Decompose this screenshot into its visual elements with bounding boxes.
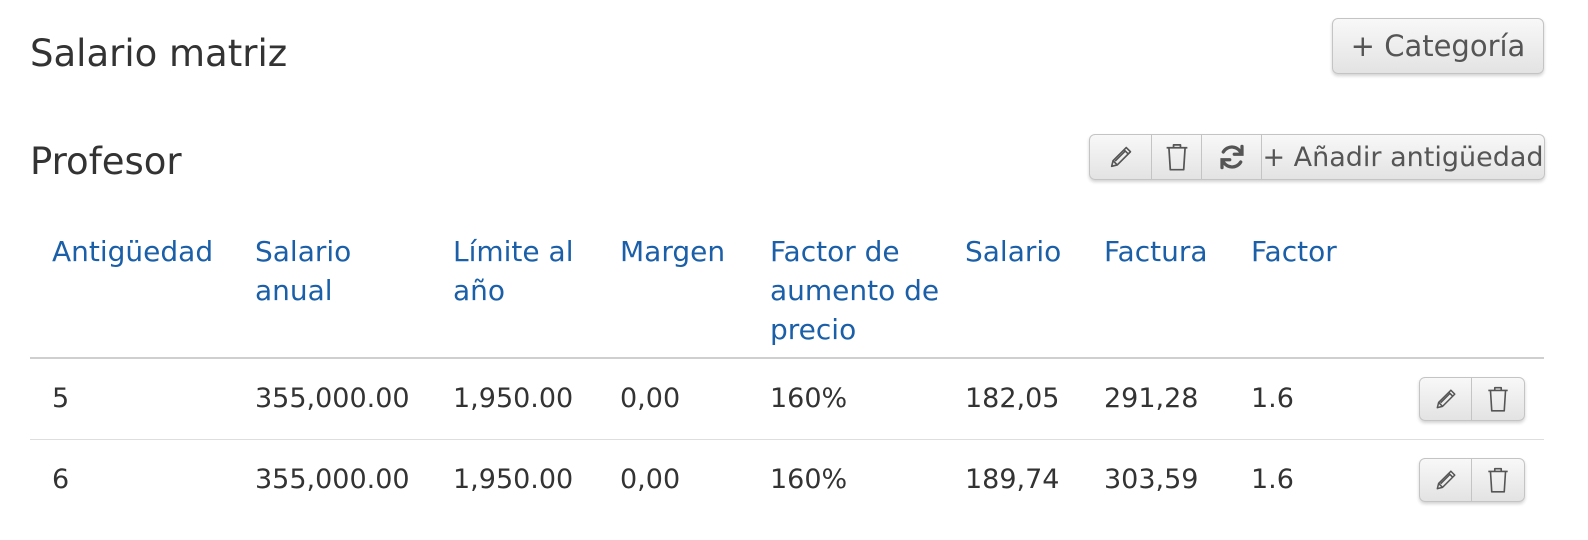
cell-invoice: 303,59 <box>1104 464 1199 495</box>
cell-yearly-limit: 1,950.00 <box>431 358 598 440</box>
table-header-row: Antigüedad Salario anual Límite al año M… <box>30 226 1544 359</box>
add-category-button[interactable]: + Categoría <box>1332 18 1544 74</box>
cell-annual-salary: 355,000.00 <box>255 464 410 495</box>
refresh-category-button[interactable] <box>1202 135 1262 179</box>
row-action-group <box>1419 376 1525 421</box>
refresh-icon <box>1217 142 1247 172</box>
pencil-icon <box>1433 386 1459 412</box>
column-header-yearly-limit[interactable]: Límite al año <box>431 226 598 359</box>
table-row: 6 355,000.00 1,950.00 0,00 160% 189,74 3… <box>30 440 1544 521</box>
category-toolbar: + Añadir antigüedad <box>1089 134 1545 180</box>
cell-margin: 0,00 <box>620 464 681 495</box>
delete-category-button[interactable] <box>1152 135 1202 179</box>
delete-row-button[interactable] <box>1472 378 1524 420</box>
cell-price-increase-factor: 160% <box>770 464 848 495</box>
trash-icon <box>1486 385 1510 413</box>
category-title: Profesor <box>30 140 182 183</box>
column-header-actions <box>1381 226 1544 359</box>
delete-row-button[interactable] <box>1472 459 1524 501</box>
cell-actions <box>1381 440 1544 521</box>
row-action-group <box>1419 457 1525 502</box>
cell-actions <box>1381 358 1544 440</box>
edit-row-button[interactable] <box>1420 377 1472 420</box>
add-seniority-button[interactable]: + Añadir antigüedad <box>1262 135 1544 179</box>
edit-row-button[interactable] <box>1420 458 1472 501</box>
trash-icon <box>1486 466 1510 494</box>
column-header-invoice[interactable]: Factura <box>1082 226 1229 359</box>
trash-icon <box>1164 142 1190 172</box>
column-header-annual-salary[interactable]: Salario anual <box>233 226 431 359</box>
cell-margin: 0,00 <box>598 358 748 440</box>
cell-price-increase-factor: 160% <box>748 358 943 440</box>
column-header-seniority[interactable]: Antigüedad <box>30 226 233 359</box>
page-title: Salario matriz <box>30 32 288 75</box>
edit-category-button[interactable] <box>1090 135 1152 179</box>
pencil-icon <box>1433 467 1459 493</box>
cell-seniority: 6 <box>52 464 70 495</box>
cell-seniority: 5 <box>30 358 233 440</box>
cell-factor: 1.6 <box>1251 464 1294 495</box>
column-header-salary[interactable]: Salario <box>943 226 1082 359</box>
column-header-price-increase-factor[interactable]: Factor de aumento de precio <box>748 226 943 359</box>
cell-factor: 1.6 <box>1229 358 1381 440</box>
pencil-icon <box>1107 143 1135 171</box>
column-header-factor[interactable]: Factor <box>1229 226 1381 359</box>
cell-salary: 189,74 <box>965 464 1060 495</box>
column-header-margin[interactable]: Margen <box>598 226 748 359</box>
cell-annual-salary: 355,000.00 <box>233 358 431 440</box>
cell-yearly-limit: 1,950.00 <box>453 464 574 495</box>
cell-invoice: 291,28 <box>1082 358 1229 440</box>
salary-matrix-table: Antigüedad Salario anual Límite al año M… <box>30 226 1544 520</box>
table-row: 5 355,000.00 1,950.00 0,00 160% 182,05 2… <box>30 358 1544 440</box>
cell-salary: 182,05 <box>943 358 1082 440</box>
